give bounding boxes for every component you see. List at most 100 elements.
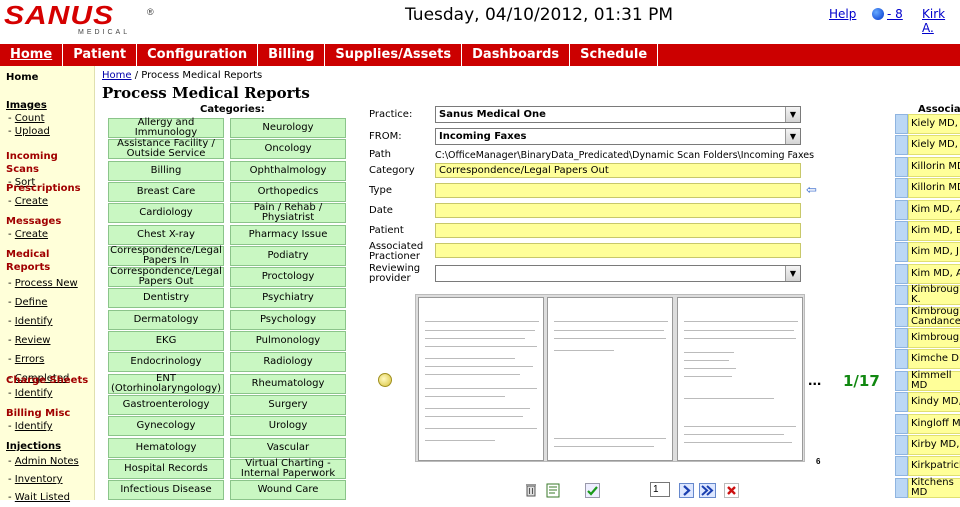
sidebar-link[interactable]: - Process New bbox=[6, 274, 94, 293]
sidebar-home[interactable]: Home bbox=[6, 72, 38, 83]
sidebar-link[interactable]: - Identify bbox=[6, 312, 94, 331]
category-button[interactable]: Surgery bbox=[230, 394, 346, 415]
nav-schedule[interactable]: Schedule bbox=[570, 44, 659, 66]
associated-practioner-field[interactable] bbox=[435, 243, 801, 258]
type-field[interactable] bbox=[435, 183, 801, 198]
category-field[interactable]: Correspondence/Legal Papers Out bbox=[435, 163, 801, 178]
practice-select[interactable]: Sanus Medical One ▼ bbox=[435, 106, 801, 123]
associate-select-tab[interactable] bbox=[895, 114, 908, 134]
associate-select-tab[interactable] bbox=[895, 221, 908, 241]
sidebar-link[interactable]: - Upload bbox=[6, 125, 50, 138]
sidebar-link[interactable]: - Errors bbox=[6, 350, 94, 369]
associate-item[interactable]: Killorin MD bbox=[895, 178, 960, 199]
sidebar-link[interactable]: - Create bbox=[6, 228, 61, 241]
associate-item[interactable]: Kiely MD, J bbox=[895, 114, 960, 134]
category-button[interactable]: ENT (Otorhinolaryngology) bbox=[108, 373, 224, 394]
category-button[interactable]: Cardiology bbox=[108, 203, 224, 224]
close-icon[interactable] bbox=[722, 481, 740, 499]
associate-select-tab[interactable] bbox=[895, 349, 908, 370]
associate-select-tab[interactable] bbox=[895, 156, 908, 177]
reviewing-provider-select[interactable]: ▼ bbox=[435, 265, 801, 282]
sidebar-link[interactable]: - Inventory bbox=[6, 471, 79, 489]
category-button[interactable]: Psychiatry bbox=[230, 288, 346, 309]
sidebar-link[interactable]: - Admin Notes bbox=[6, 453, 79, 471]
category-button[interactable]: Hospital Records bbox=[108, 458, 224, 479]
associate-select-tab[interactable] bbox=[895, 242, 908, 263]
rotate-icon[interactable] bbox=[378, 373, 392, 387]
trash-icon[interactable] bbox=[522, 481, 540, 499]
sidebar-heading[interactable]: Injections bbox=[6, 440, 79, 453]
category-button[interactable]: Correspondence/Legal Papers In bbox=[108, 245, 224, 266]
nav-home[interactable]: Home bbox=[0, 44, 64, 66]
from-select[interactable]: Incoming Faxes ▼ bbox=[435, 128, 801, 145]
associate-select-tab[interactable] bbox=[895, 370, 908, 391]
category-button[interactable]: Neurology bbox=[230, 118, 346, 138]
category-button[interactable]: Gastroenterology bbox=[108, 394, 224, 415]
associate-select-tab[interactable] bbox=[895, 263, 908, 284]
associate-item[interactable]: Kimbrough Candance bbox=[895, 306, 960, 327]
document-edit-icon[interactable] bbox=[544, 481, 562, 499]
next-page-icon[interactable] bbox=[677, 481, 695, 499]
category-button[interactable]: Chest X-ray bbox=[108, 224, 224, 245]
sidebar-link[interactable]: - Wait Listed bbox=[6, 489, 79, 507]
date-field[interactable] bbox=[435, 203, 801, 218]
user-menu-link[interactable]: Kirk A. bbox=[922, 7, 960, 35]
last-page-icon[interactable] bbox=[698, 481, 716, 499]
nav-patient[interactable]: Patient bbox=[63, 44, 138, 66]
nav-dashboards[interactable]: Dashboards bbox=[462, 44, 571, 66]
category-button[interactable]: Hematology bbox=[108, 437, 224, 458]
category-button[interactable]: Urology bbox=[230, 416, 346, 437]
category-button[interactable]: Pulmonology bbox=[230, 331, 346, 351]
associate-select-tab[interactable] bbox=[895, 392, 908, 413]
sidebar-link[interactable]: - Review bbox=[6, 331, 94, 350]
breadcrumb-home[interactable]: Home bbox=[102, 70, 132, 81]
category-button[interactable]: Breast Care bbox=[108, 181, 224, 202]
category-button[interactable]: Endocrinology bbox=[108, 352, 224, 373]
sidebar-link[interactable]: - Count bbox=[6, 112, 50, 125]
category-button[interactable]: Pharmacy Issue bbox=[230, 224, 346, 245]
associate-select-tab[interactable] bbox=[895, 456, 908, 477]
category-button[interactable]: Psychology bbox=[230, 309, 346, 330]
sidebar-link[interactable]: - Create bbox=[6, 195, 81, 208]
patient-field[interactable] bbox=[435, 223, 801, 238]
associate-item[interactable]: Kitchens MD bbox=[895, 477, 960, 498]
category-button[interactable]: Vascular bbox=[230, 437, 346, 458]
category-button[interactable]: Virtual Charting - Internal Paperwork bbox=[230, 458, 346, 479]
checkmark-icon[interactable] bbox=[583, 481, 601, 499]
associate-item[interactable]: Kingloff MD bbox=[895, 413, 960, 434]
category-button[interactable]: Pain / Rehab / Physiatrist bbox=[230, 203, 346, 224]
nav-configuration[interactable]: Configuration bbox=[137, 44, 259, 66]
arrow-left-icon[interactable]: ⇦ bbox=[806, 182, 817, 198]
more-pages-indicator[interactable]: ... bbox=[808, 372, 821, 390]
nav-supplies-assets[interactable]: Supplies/Assets bbox=[325, 44, 463, 66]
associate-item[interactable]: Kimbrough bbox=[895, 328, 960, 348]
associate-item[interactable]: Kim MD, A bbox=[895, 263, 960, 284]
category-button[interactable]: Dentistry bbox=[108, 288, 224, 309]
associate-select-tab[interactable] bbox=[895, 306, 908, 327]
preview-page-thumbnail[interactable] bbox=[677, 297, 803, 461]
category-button[interactable]: Correspondence/Legal Papers Out bbox=[108, 267, 224, 288]
notifications-link[interactable]: - 8 bbox=[872, 7, 903, 21]
chevron-down-icon[interactable]: ▼ bbox=[785, 129, 800, 144]
associate-item[interactable]: Killorin MD bbox=[895, 156, 960, 177]
category-button[interactable]: Ophthalmology bbox=[230, 160, 346, 181]
category-button[interactable]: Oncology bbox=[230, 139, 346, 160]
category-button[interactable]: Podiatry bbox=[230, 245, 346, 266]
associate-item[interactable]: Kim MD, E bbox=[895, 221, 960, 241]
category-button[interactable]: Proctology bbox=[230, 267, 346, 288]
sidebar-link[interactable]: - Identify bbox=[6, 420, 70, 433]
category-button[interactable]: Infectious Disease bbox=[108, 480, 224, 501]
preview-page-thumbnail[interactable] bbox=[547, 297, 673, 461]
associate-select-tab[interactable] bbox=[895, 135, 908, 156]
category-button[interactable]: Allergy and Immunology bbox=[108, 118, 224, 138]
sanus-logo[interactable]: SANUS ® MEDICAL bbox=[4, 2, 156, 40]
sidebar-heading[interactable]: Images bbox=[6, 99, 50, 112]
associate-select-tab[interactable] bbox=[895, 328, 908, 348]
associate-item[interactable]: Kindy MD, J bbox=[895, 392, 960, 413]
associate-item[interactable]: Kiely MD, J bbox=[895, 135, 960, 156]
associate-select-tab[interactable] bbox=[895, 199, 908, 220]
category-button[interactable]: Rheumatology bbox=[230, 373, 346, 394]
associate-select-tab[interactable] bbox=[895, 477, 908, 498]
sidebar-link[interactable]: - Identify bbox=[6, 387, 88, 400]
associate-item[interactable]: Kirkpatrick bbox=[895, 456, 960, 477]
